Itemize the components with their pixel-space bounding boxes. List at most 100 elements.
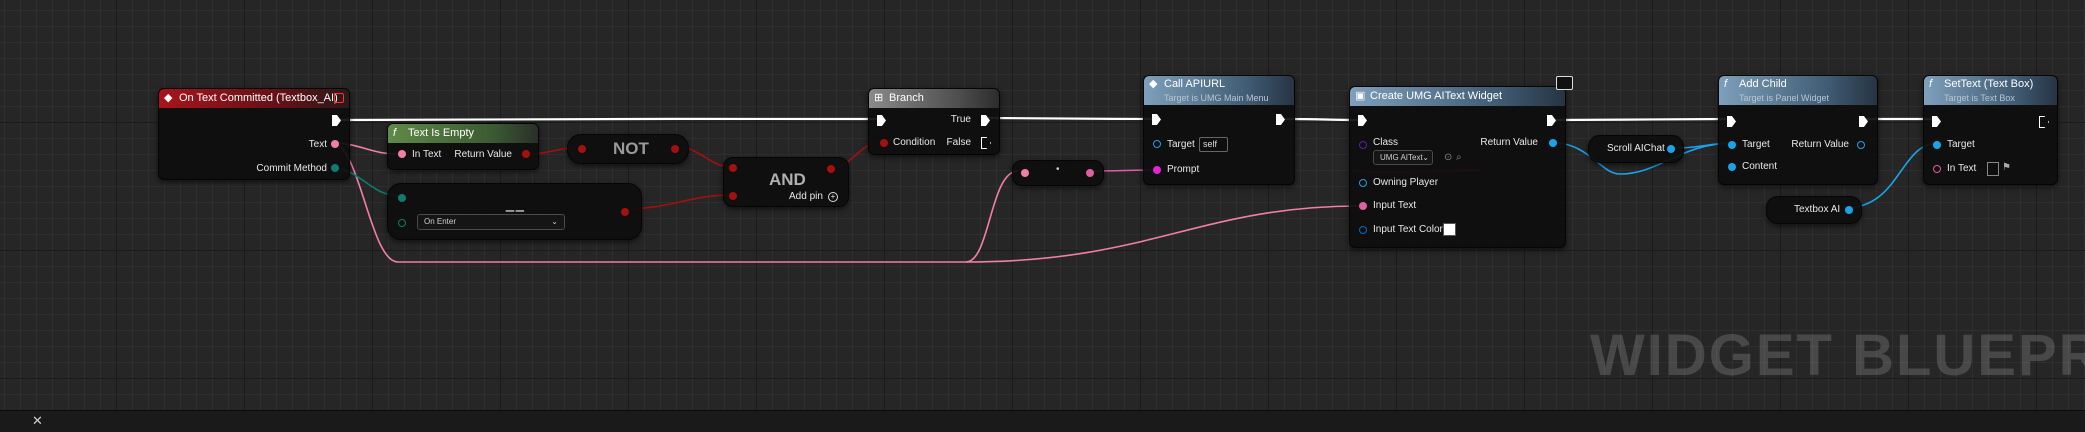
owning-player-input-pin[interactable] bbox=[1359, 179, 1367, 187]
node-title: Create UMG AIText Widget bbox=[1370, 90, 1503, 102]
bottom-tab-bar: ✕ bbox=[0, 410, 2085, 432]
prompt-label: Prompt bbox=[1167, 164, 1200, 175]
target-input-pin[interactable] bbox=[1933, 141, 1941, 149]
equals-input-a-pin[interactable] bbox=[398, 194, 406, 202]
node-title: On Text Committed (Textbox_AI) bbox=[179, 92, 338, 104]
add-pin-label[interactable]: Add pin bbox=[789, 191, 823, 202]
add-pin-icon[interactable]: + bbox=[828, 192, 838, 202]
in-text-input-pin[interactable] bbox=[1933, 165, 1941, 173]
reroute-string-node[interactable]: • bbox=[1012, 160, 1104, 186]
close-icon[interactable]: ✕ bbox=[32, 413, 43, 429]
input-text-input-pin[interactable] bbox=[1359, 202, 1367, 210]
in-text-label: In Text bbox=[412, 149, 442, 160]
node-title: Text Is Empty bbox=[408, 127, 475, 139]
delegate-pin-icon[interactable] bbox=[334, 93, 344, 103]
in-text-input-pin[interactable] bbox=[398, 150, 406, 158]
equals-node[interactable]: == On Enter ⌄ bbox=[387, 183, 642, 240]
class-select-dropdown[interactable]: UMG AIText ⌄ bbox=[1373, 150, 1433, 165]
true-exec-out-pin[interactable] bbox=[981, 115, 990, 126]
target-label: Target bbox=[1742, 139, 1770, 150]
input-text-color-input-pin[interactable] bbox=[1359, 226, 1367, 234]
true-label: True bbox=[950, 114, 971, 125]
reroute-output-pin[interactable] bbox=[1086, 169, 1094, 177]
widget-icon: ▣ bbox=[1355, 90, 1366, 102]
node-title: Add Child bbox=[1739, 78, 1787, 90]
reroute-dot-icon: • bbox=[1056, 164, 1060, 175]
node-header: f Add Child Target is Panel Widget bbox=[1719, 76, 1877, 105]
exec-out-pin[interactable] bbox=[1547, 115, 1556, 126]
create-widget-node[interactable]: ▣ Create UMG AIText Widget Class UMG AIT… bbox=[1349, 76, 1573, 248]
and-input-a-pin[interactable] bbox=[729, 164, 737, 172]
and-label: AND bbox=[769, 170, 806, 189]
exec-in-pin[interactable] bbox=[1932, 116, 1941, 127]
textbox-ai-variable[interactable]: Textbox AI bbox=[1766, 196, 1862, 224]
exec-out-pin[interactable] bbox=[332, 115, 341, 126]
exec-out-pin[interactable] bbox=[1859, 116, 1868, 127]
on-text-committed-node[interactable]: ◆ On Text Committed (Textbox_AI) Text Co… bbox=[158, 88, 350, 180]
condition-input-pin[interactable] bbox=[880, 139, 888, 147]
reroute-input-pin[interactable] bbox=[1021, 169, 1029, 177]
target-label: Target bbox=[1167, 139, 1195, 150]
and-output-pin[interactable] bbox=[827, 165, 835, 173]
not-input-pin[interactable] bbox=[578, 145, 586, 153]
text-is-empty-node[interactable]: f Text Is Empty In Text Return Value bbox=[387, 123, 539, 170]
false-exec-out-pin[interactable] bbox=[981, 137, 991, 149]
function-icon: f bbox=[1724, 78, 1728, 90]
content-label: Content bbox=[1742, 161, 1778, 172]
prompt-input-pin[interactable] bbox=[1153, 166, 1161, 174]
set-text-node[interactable]: f SetText (Text Box) Target is Text Box … bbox=[1923, 75, 2058, 185]
and-node[interactable]: AND Add pin + bbox=[723, 157, 849, 207]
node-title: Call APIURL bbox=[1164, 78, 1226, 90]
function-call-icon: ◆ bbox=[1149, 78, 1158, 90]
variable-label: Scroll AIChat bbox=[1607, 143, 1665, 154]
dropdown-value: On Enter bbox=[424, 217, 457, 226]
monitor-icon bbox=[1556, 76, 1573, 90]
function-icon: f bbox=[1929, 78, 1933, 90]
node-subtitle: Target is UMG Main Menu bbox=[1164, 93, 1269, 103]
event-diamond-icon: ◆ bbox=[164, 92, 173, 104]
variable-output-pin[interactable] bbox=[1845, 206, 1853, 214]
blueprint-graph-canvas[interactable]: ◆ On Text Committed (Textbox_AI) Text Co… bbox=[0, 0, 2085, 410]
class-label: Class bbox=[1373, 137, 1399, 148]
content-input-pin[interactable] bbox=[1728, 163, 1736, 171]
string-wire bbox=[965, 170, 1019, 263]
call-apiurl-node[interactable]: ◆ Call APIURL Target is UMG Main Menu Ta… bbox=[1143, 75, 1295, 185]
class-input-pin[interactable] bbox=[1359, 141, 1367, 149]
add-child-node[interactable]: f Add Child Target is Panel Widget Targe… bbox=[1718, 75, 1878, 185]
node-header: ▣ Create UMG AIText Widget bbox=[1350, 87, 1565, 106]
equals-output-pin[interactable] bbox=[621, 208, 629, 216]
browse-icon[interactable]: ⊙ bbox=[1444, 152, 1452, 163]
branch-node[interactable]: ⊞ Branch True Condition False bbox=[868, 88, 1000, 155]
exec-in-pin[interactable] bbox=[877, 115, 886, 126]
return-value-output-pin[interactable] bbox=[1549, 139, 1557, 147]
chevron-down-icon: ⌄ bbox=[551, 217, 558, 226]
variable-output-pin[interactable] bbox=[1667, 145, 1675, 153]
text-output-pin[interactable] bbox=[331, 140, 339, 148]
node-header: f SetText (Text Box) Target is Text Box bbox=[1924, 76, 2057, 105]
commit-method-dropdown[interactable]: On Enter ⌄ bbox=[417, 214, 565, 230]
scroll-aichat-variable[interactable]: Scroll AIChat bbox=[1588, 135, 1684, 163]
and-input-b-pin[interactable] bbox=[729, 192, 737, 200]
not-output-pin[interactable] bbox=[671, 145, 679, 153]
target-self-field[interactable]: self bbox=[1199, 137, 1228, 152]
exec-out-pin[interactable] bbox=[1276, 114, 1285, 125]
target-input-pin[interactable] bbox=[1728, 141, 1736, 149]
node-header: ◆ Call APIURL Target is UMG Main Menu bbox=[1144, 76, 1294, 105]
color-swatch[interactable] bbox=[1443, 223, 1456, 236]
target-input-pin[interactable] bbox=[1153, 140, 1161, 148]
commit-method-pin-label: Commit Method bbox=[256, 163, 327, 174]
search-icon[interactable]: ⌕ bbox=[1456, 152, 1462, 163]
in-text-field[interactable] bbox=[1987, 162, 1999, 176]
commit-method-output-pin[interactable] bbox=[331, 164, 339, 172]
owning-player-label: Owning Player bbox=[1373, 177, 1439, 188]
return-value-output-pin[interactable] bbox=[1857, 141, 1865, 149]
text-pin-label: Text bbox=[308, 139, 327, 150]
exec-in-pin[interactable] bbox=[1152, 114, 1161, 125]
return-value-output-pin[interactable] bbox=[522, 150, 530, 158]
equals-input-b-pin[interactable] bbox=[398, 219, 406, 227]
exec-in-pin[interactable] bbox=[1358, 115, 1367, 126]
not-node[interactable]: NOT bbox=[567, 134, 689, 164]
flag-icon[interactable]: ⚑ bbox=[2002, 162, 2011, 173]
exec-out-pin[interactable] bbox=[2039, 116, 2049, 128]
exec-in-pin[interactable] bbox=[1727, 116, 1736, 127]
